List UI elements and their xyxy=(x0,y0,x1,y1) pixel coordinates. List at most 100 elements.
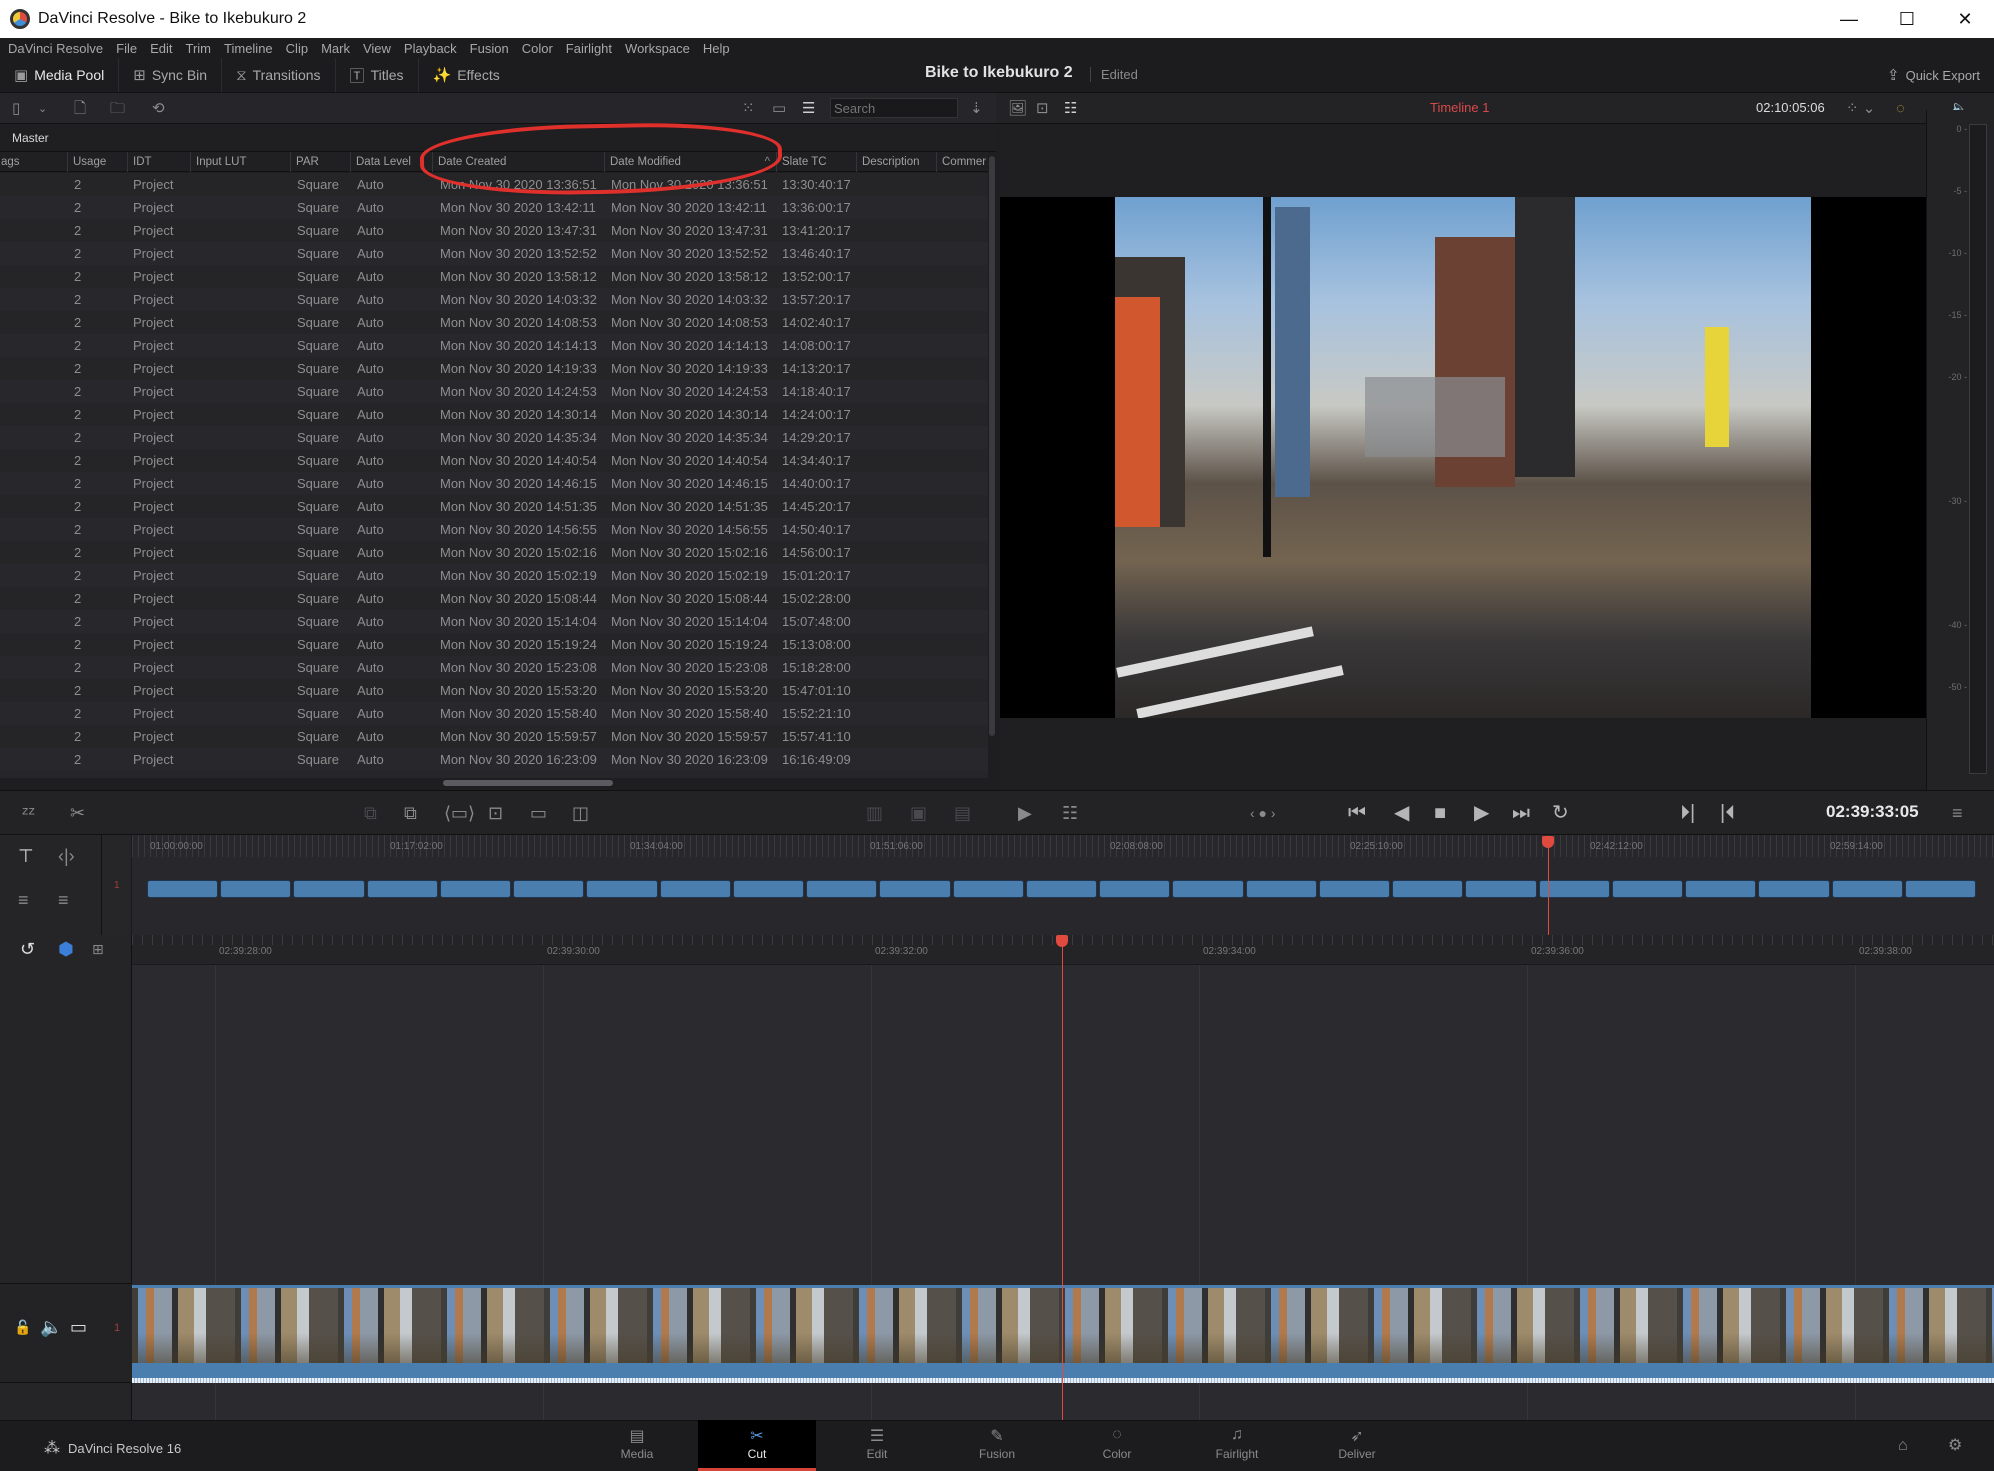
upper-playhead-line[interactable] xyxy=(1548,838,1549,935)
timeline-clip[interactable] xyxy=(220,880,292,898)
table-row[interactable]: 2 Project Square Auto Mon Nov 30 2020 14:56:… xyxy=(0,518,988,541)
menu-edit[interactable]: Edit xyxy=(150,41,172,56)
table-row[interactable]: 2 Project Square Auto Mon Nov 30 2020 14:14:… xyxy=(0,334,988,357)
menu-fusion[interactable]: Fusion xyxy=(470,41,509,56)
image-view-icon[interactable]: 🖼 xyxy=(1008,93,1027,125)
snapping-icon[interactable]: ↺ xyxy=(20,935,35,963)
table-row[interactable]: 2 Project Square Auto Mon Nov 30 2020 13:36:… xyxy=(0,173,988,196)
sync-icon[interactable]: ⟲ xyxy=(152,93,165,125)
timeline-clip[interactable] xyxy=(1685,880,1757,898)
lower-playhead-line[interactable] xyxy=(1062,940,1063,1420)
table-row[interactable]: 2 Project Square Auto Mon Nov 30 2020 15:23:… xyxy=(0,656,988,679)
vertical-scrollbar[interactable] xyxy=(988,152,996,780)
page-tab-cut[interactable]: ✂ Cut xyxy=(698,1420,816,1471)
table-row[interactable]: 2 Project Square Auto Mon Nov 30 2020 15:58:… xyxy=(0,702,988,725)
lower-playhead-marker[interactable] xyxy=(1056,935,1068,947)
column-header-par[interactable]: PAR xyxy=(290,152,350,172)
media-pool-button[interactable]: ▣ Media Pool xyxy=(0,58,120,92)
lock-icon[interactable]: 🔓 xyxy=(14,1312,31,1342)
column-header-date-created[interactable]: Date Created xyxy=(432,152,604,172)
column-header-data-level[interactable]: Data Level xyxy=(350,152,432,172)
table-row[interactable]: 2 Project Square Auto Mon Nov 30 2020 14:40:… xyxy=(0,449,988,472)
table-row[interactable]: 2 Project Square Auto Mon Nov 30 2020 13:58:… xyxy=(0,265,988,288)
table-row[interactable]: 2 Project Square Auto Mon Nov 30 2020 14:19:… xyxy=(0,357,988,380)
boring-detector-icon[interactable]: ᶻᶻ xyxy=(22,791,35,836)
scrollbar-thumb[interactable] xyxy=(443,780,613,786)
column-header-date-modified[interactable]: Date Modified ^ xyxy=(604,152,776,172)
timeline-clip[interactable] xyxy=(586,880,658,898)
menu-timeline[interactable]: Timeline xyxy=(224,41,273,56)
timeline-clip[interactable] xyxy=(1245,880,1317,898)
go-to-end-icon[interactable]: ⏭ xyxy=(1512,791,1530,836)
table-row[interactable]: 2 Project Square Auto Mon Nov 30 2020 14:24:… xyxy=(0,380,988,403)
video-track-sync-icon[interactable]: ≡ xyxy=(18,885,29,915)
menu-fairlight[interactable]: Fairlight xyxy=(566,41,612,56)
mark-navigation-icon[interactable]: ‹ ● › xyxy=(1250,791,1276,836)
table-row[interactable]: 2 Project Square Auto Mon Nov 30 2020 13:47:… xyxy=(0,219,988,242)
menu-trim[interactable]: Trim xyxy=(186,41,212,56)
column-header-description[interactable]: Description xyxy=(856,152,936,172)
table-row[interactable]: 2 Project Square Auto Mon Nov 30 2020 15:59:… xyxy=(0,725,988,748)
sync-bin-button[interactable]: ⊞ Sync Bin xyxy=(119,58,223,92)
table-row[interactable]: 2 Project Square Auto Mon Nov 30 2020 15:02:… xyxy=(0,564,988,587)
table-row[interactable]: 2 Project Square Auto Mon Nov 30 2020 14:08:… xyxy=(0,311,988,334)
go-to-start-icon[interactable]: ⏮ xyxy=(1348,791,1366,836)
column-header-slate-tc[interactable]: Slate TC xyxy=(776,152,856,172)
table-row[interactable]: 2 Project Square Auto Mon Nov 30 2020 15:08:… xyxy=(0,587,988,610)
video-frame-street-scene[interactable] xyxy=(1115,197,1811,718)
table-row[interactable]: 2 Project Square Auto Mon Nov 30 2020 14:30:… xyxy=(0,403,988,426)
column-header-usage[interactable]: Usage xyxy=(67,152,127,172)
timeline-clip[interactable] xyxy=(1904,880,1976,898)
table-row[interactable]: 2 Project Square Auto Mon Nov 30 2020 13:52:… xyxy=(0,242,988,265)
source-overwrite-icon[interactable]: ◫ xyxy=(572,791,589,836)
timeline-clip[interactable] xyxy=(366,880,438,898)
timeline-clip[interactable] xyxy=(659,880,731,898)
audio-speaker-icon[interactable]: 🔈 xyxy=(40,1312,62,1342)
timeline-clip[interactable] xyxy=(879,880,951,898)
effects-button[interactable]: ✨ Effects xyxy=(419,58,514,92)
search-input[interactable] xyxy=(830,98,958,118)
safe-area-toggle-icon[interactable]: ▶ xyxy=(1018,791,1032,836)
table-row[interactable]: 2 Project Square Auto Mon Nov 30 2020 13:42:… xyxy=(0,196,988,219)
menu-clip[interactable]: Clip xyxy=(286,41,308,56)
page-tab-deliver[interactable]: ➶ Deliver xyxy=(1298,1420,1416,1471)
table-row[interactable]: 2 Project Square Auto Mon Nov 30 2020 15:02:… xyxy=(0,541,988,564)
menu-mark[interactable]: Mark xyxy=(321,41,350,56)
titles-button[interactable]: 🅃 Titles xyxy=(336,58,419,92)
loop-icon[interactable]: ↻ xyxy=(1552,791,1569,836)
import-folder-icon[interactable]: 🗀 xyxy=(110,93,125,125)
close-button[interactable]: ✕ xyxy=(1936,0,1994,38)
timeline-clip[interactable] xyxy=(1611,880,1684,898)
upper-playhead-marker[interactable] xyxy=(1542,836,1554,848)
timeline-clip[interactable] xyxy=(439,880,512,898)
menu-workspace[interactable]: Workspace xyxy=(625,41,690,56)
options-menu-icon[interactable]: ≡ xyxy=(1952,791,1963,836)
zoom-toggle-icon[interactable]: ⊞ xyxy=(92,935,104,963)
chevron-down-icon[interactable]: ⌄ xyxy=(38,93,47,125)
mark-in-icon[interactable]: ⏵| xyxy=(1680,791,1695,836)
grid-view-icon[interactable]: ⁙ xyxy=(742,93,755,125)
timeline-clip[interactable] xyxy=(732,880,805,898)
page-tab-edit[interactable]: ☰ Edit xyxy=(818,1420,936,1471)
quick-export-button[interactable]: ⇪ Quick Export xyxy=(1887,66,1980,84)
scrollbar-thumb[interactable] xyxy=(989,156,995,736)
horizontal-scrollbar[interactable] xyxy=(0,778,988,788)
timeline-clip[interactable] xyxy=(806,880,878,898)
mark-out-icon[interactable]: |⏴ xyxy=(1720,791,1735,836)
menu-playback[interactable]: Playback xyxy=(404,41,457,56)
close-up-icon[interactable]: ⊡ xyxy=(488,791,503,836)
column-header-idt[interactable]: IDT xyxy=(127,152,190,172)
column-header-input-lut[interactable]: Input LUT xyxy=(190,152,290,172)
timeline-clip[interactable] xyxy=(1099,880,1171,898)
table-row[interactable]: 2 Project Square Auto Mon Nov 30 2020 15:19:… xyxy=(0,633,988,656)
timeline-clip[interactable] xyxy=(952,880,1024,898)
table-row[interactable]: 2 Project Square Auto Mon Nov 30 2020 14:51:… xyxy=(0,495,988,518)
page-tab-color[interactable]: ◌ Color xyxy=(1058,1420,1176,1471)
safe-area-icon[interactable]: ⊡ xyxy=(1036,93,1049,125)
page-tab-media[interactable]: ▤ Media xyxy=(578,1420,696,1471)
viewer-options-icon[interactable]: ⁘ ⌄ xyxy=(1846,93,1875,125)
timeline-clip[interactable] xyxy=(1318,880,1391,898)
slip-icon[interactable]: ‹|› xyxy=(58,841,75,871)
list-view-icon[interactable]: ☰ xyxy=(802,93,815,125)
table-row[interactable]: 2 Project Square Auto Mon Nov 30 2020 14:35:… xyxy=(0,426,988,449)
